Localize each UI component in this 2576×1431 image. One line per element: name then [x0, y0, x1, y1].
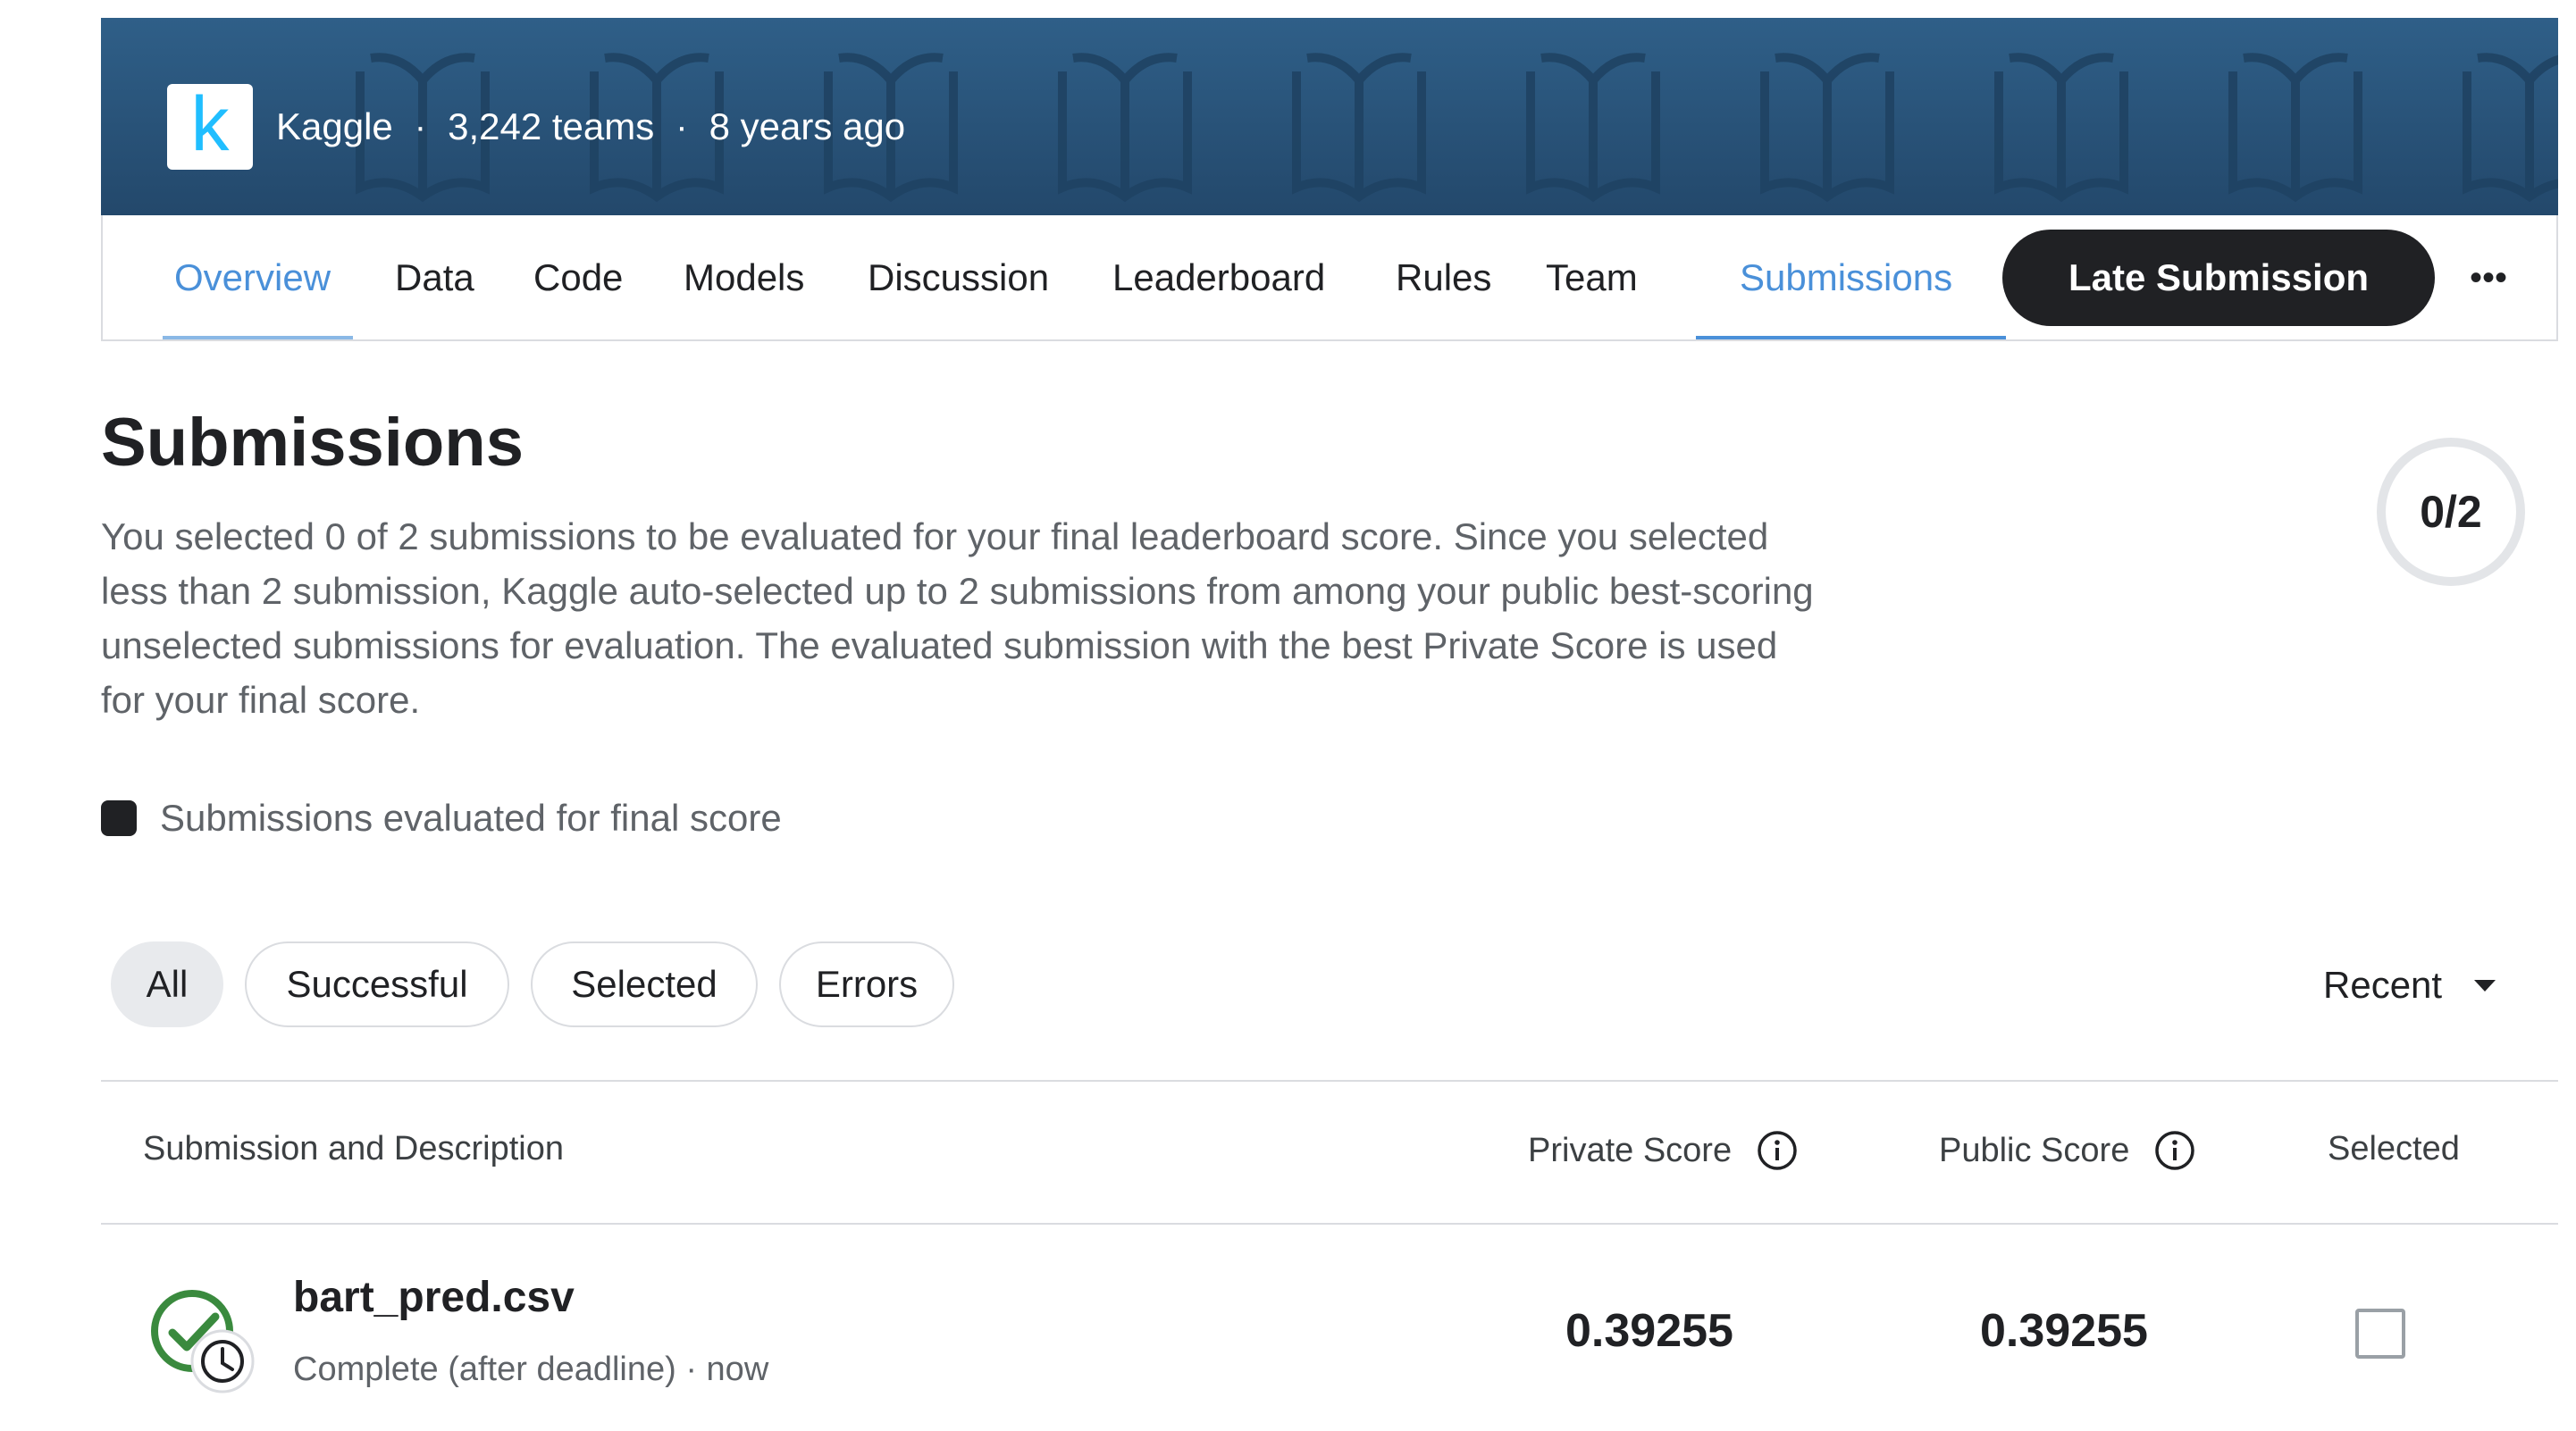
competition-age: 8 years ago	[709, 105, 906, 147]
page-title: Submissions	[101, 405, 524, 481]
info-icon[interactable]	[1757, 1130, 1798, 1171]
legend-label: Submissions evaluated for final score	[160, 797, 782, 839]
selection-count: 0/2	[2420, 487, 2482, 537]
sort-dropdown-label: Recent	[2323, 964, 2443, 1006]
filter-chip-errors[interactable]: Errors	[779, 941, 954, 1027]
header-meta: Kaggle · 3,242 teams · 8 years ago	[276, 105, 905, 148]
tab-models[interactable]: Models	[684, 215, 804, 339]
caret-down-icon	[2474, 979, 2496, 992]
legend-swatch	[101, 800, 137, 836]
tab-overview[interactable]: Overview	[174, 215, 331, 339]
submission-status: Complete (after deadline) · now	[293, 1351, 769, 1388]
filter-chip-successful[interactable]: Successful	[245, 941, 509, 1027]
more-options-icon[interactable]: •••	[2462, 251, 2515, 305]
filter-chip-selected[interactable]: Selected	[531, 941, 758, 1027]
select-submission-checkbox[interactable]	[2355, 1309, 2405, 1359]
separator-dot: ·	[675, 106, 688, 146]
column-header-selected: Selected	[2328, 1130, 2460, 1168]
late-submission-button[interactable]: Late Submission	[2002, 230, 2435, 326]
team-count: 3,242 teams	[448, 105, 655, 147]
tab-rules[interactable]: Rules	[1396, 215, 1491, 339]
column-header-public-score-label: Public Score	[1939, 1131, 2130, 1169]
tab-submissions[interactable]: Submissions	[1740, 215, 1952, 339]
submission-file-name[interactable]: bart_pred.csv	[293, 1273, 575, 1322]
public-score-value: 0.39255	[1980, 1305, 2148, 1357]
private-score-value: 0.39255	[1565, 1305, 1733, 1357]
column-header-submission-label: Submission and Description	[143, 1130, 565, 1167]
column-header-public-score: Public Score	[1939, 1130, 2195, 1171]
filter-chip-all[interactable]: All	[111, 941, 223, 1027]
sort-dropdown[interactable]: Recent	[2323, 954, 2496, 1017]
submission-selection-description: You selected 0 of 2 submissions to be ev…	[101, 515, 1814, 721]
tab-leaderboard[interactable]: Leaderboard	[1112, 215, 1325, 339]
column-header-private-score: Private Score	[1528, 1130, 1798, 1171]
tab-team[interactable]: Team	[1546, 215, 1638, 339]
final-score-legend: Submissions evaluated for final score	[101, 797, 782, 840]
column-header-private-score-label: Private Score	[1528, 1131, 1733, 1169]
kaggle-logo-letter: k	[190, 81, 230, 167]
competition-header: k Kaggle · 3,242 teams · 8 years ago	[101, 18, 2558, 215]
complete-late-status-icon	[151, 1290, 255, 1393]
table-top-divider	[101, 1080, 2558, 1082]
tab-code[interactable]: Code	[533, 215, 623, 339]
tab-overview-underline	[163, 336, 353, 339]
column-header-selected-label: Selected	[2328, 1130, 2460, 1167]
separator-dot: ·	[414, 106, 427, 146]
tab-data[interactable]: Data	[395, 215, 474, 339]
tab-discussion[interactable]: Discussion	[868, 215, 1049, 339]
site-name[interactable]: Kaggle	[276, 105, 393, 148]
tab-submissions-underline	[1696, 336, 2006, 339]
table-header-divider	[101, 1223, 2558, 1225]
column-header-submission: Submission and Description	[143, 1130, 564, 1168]
competition-tab-bar: Overview Data Code Models Discussion Lea…	[101, 215, 2558, 341]
info-icon[interactable]	[2154, 1130, 2195, 1171]
kaggle-logo[interactable]: k	[167, 84, 253, 170]
header-identity: k Kaggle · 3,242 teams · 8 years ago	[167, 84, 905, 170]
